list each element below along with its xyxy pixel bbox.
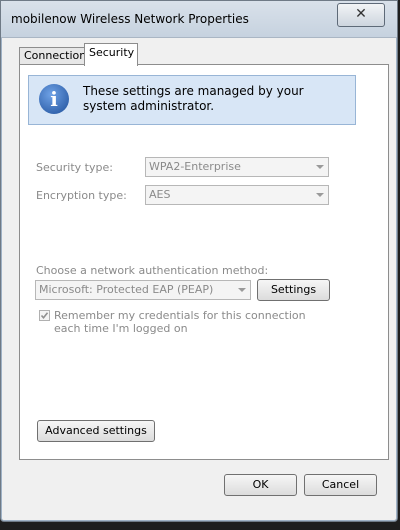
ok-button[interactable]: OK — [224, 474, 297, 496]
info-icon: i — [39, 84, 69, 114]
properties-window: mobilenow Wireless Network Properties ✕ … — [0, 0, 398, 522]
advanced-settings-button[interactable]: Advanced settings — [37, 420, 155, 442]
window-title: mobilenow Wireless Network Properties — [11, 12, 249, 26]
remember-credentials-label: Remember my credentials for this connect… — [54, 309, 306, 335]
security-type-label: Security type: — [36, 161, 113, 174]
info-banner: i These settings are managed by your sys… — [28, 75, 356, 125]
auth-settings-button[interactable]: Settings — [257, 279, 330, 301]
encryption-type-value: AES — [149, 188, 171, 201]
chevron-down-icon — [238, 288, 246, 292]
chevron-down-icon — [316, 165, 324, 169]
cancel-button[interactable]: Cancel — [304, 474, 377, 496]
auth-method-label: Choose a network authentication method: — [36, 264, 269, 277]
tab-security[interactable]: Security — [84, 43, 138, 66]
auth-method-select[interactable]: Microsoft: Protected EAP (PEAP) — [35, 280, 251, 300]
security-tab-page: i These settings are managed by your sys… — [19, 64, 389, 460]
chevron-down-icon — [316, 193, 324, 197]
security-type-value: WPA2-Enterprise — [149, 160, 241, 173]
encryption-type-label: Encryption type: — [36, 189, 127, 202]
info-text: These settings are managed by your syste… — [83, 84, 304, 113]
checkmark-icon — [40, 312, 49, 320]
auth-method-value: Microsoft: Protected EAP (PEAP) — [39, 283, 214, 296]
remember-credentials-checkbox[interactable] — [39, 310, 50, 321]
close-icon: ✕ — [355, 6, 367, 22]
tab-connection[interactable]: Connection — [19, 47, 86, 65]
encryption-type-select[interactable]: AES — [145, 185, 329, 205]
close-button[interactable]: ✕ — [337, 3, 385, 27]
title-bar[interactable]: mobilenow Wireless Network Properties ✕ — [1, 1, 397, 38]
security-type-select[interactable]: WPA2-Enterprise — [145, 157, 329, 177]
